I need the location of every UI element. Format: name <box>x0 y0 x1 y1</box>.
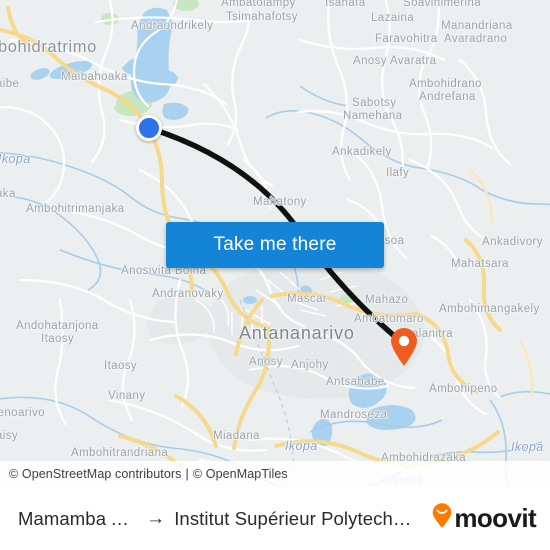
footer-bar: Mamamba Am… → Institut Supérieur Polytec… <box>0 487 550 550</box>
moovit-pin-icon <box>431 503 453 534</box>
moovit-logo[interactable]: moovit <box>431 503 537 534</box>
route-origin-label: Mamamba Am… <box>18 507 138 529</box>
attribution-openmaptiles[interactable]: © OpenMapTiles <box>193 467 288 481</box>
origin-marker[interactable] <box>136 115 162 141</box>
route-summary: Mamamba Am… → Institut Supérieur Polytec… <box>18 508 421 530</box>
moovit-wordmark: moovit <box>454 503 536 533</box>
arrow-right-icon: → <box>146 507 166 529</box>
attribution-osm[interactable]: © OpenStreetMap contributors <box>9 467 182 481</box>
take-me-there-label: Take me there <box>213 234 337 255</box>
attribution-separator: | <box>185 467 189 481</box>
moovit-route-screen: AmbohidratrimoAndraondrikelyAmbatolampyT… <box>0 0 550 550</box>
route-destination-label: Institut Supérieur Polytechnique … <box>174 507 421 529</box>
map-attribution: © OpenStreetMap contributors | © OpenMap… <box>0 461 550 487</box>
take-me-there-button[interactable]: Take me there <box>166 222 384 268</box>
destination-marker[interactable] <box>389 327 419 367</box>
